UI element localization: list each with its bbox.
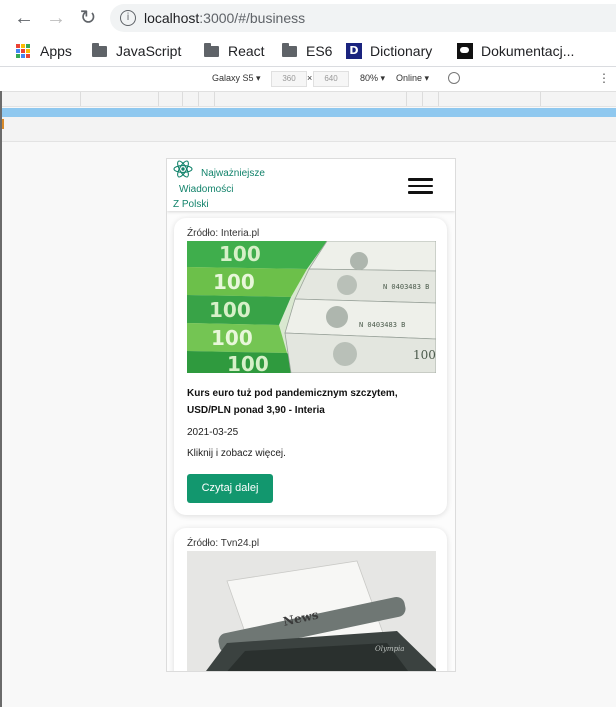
hamburger-menu-icon[interactable] (408, 178, 433, 194)
svg-text:100: 100 (213, 270, 255, 294)
url-path: :3000/#/business (199, 10, 306, 26)
info-icon[interactable]: i (120, 10, 136, 26)
rotate-icon[interactable] (448, 72, 460, 84)
device-viewport: Najważniejsze Wiadomości Z Polski Źródło… (166, 158, 456, 672)
media-query-ruler[interactable] (0, 92, 616, 107)
svg-text:N 0403483 B: N 0403483 B (359, 321, 405, 329)
bookmark-label: Dictionary (370, 43, 433, 59)
bookmark-label: React (228, 43, 265, 59)
brand-line-3[interactable]: Z Polski (173, 199, 209, 210)
network-select[interactable]: Online ▾ (396, 73, 429, 84)
folder-icon (92, 42, 107, 57)
more-options-icon[interactable]: ⋮ (598, 71, 610, 85)
article-title: Kurs euro tuż pod pandemicznym szczytem,… (187, 388, 398, 416)
address-bar[interactable]: i localhost:3000/#/business (110, 4, 616, 32)
svg-text:100: 100 (209, 298, 251, 322)
back-arrow-icon[interactable]: ← (12, 6, 36, 30)
apps-grid-icon (16, 44, 30, 58)
dokumentacja-icon (457, 43, 473, 59)
typewriter-image: News Olympia (187, 551, 436, 671)
app-navbar: Najważniejsze Wiadomości Z Polski (167, 159, 455, 211)
bookmark-label: Apps (40, 43, 72, 59)
article-source: Źródło: Tvn24.pl (187, 538, 260, 549)
bookmark-es6[interactable]: ES6 (282, 41, 332, 61)
url-text[interactable]: localhost:3000/#/business (144, 10, 305, 26)
svg-text:100: 100 (219, 242, 261, 266)
zoom-select[interactable]: 80% ▾ (360, 73, 385, 84)
dictionary-icon: D (346, 43, 362, 59)
bookmark-label: ES6 (306, 43, 333, 59)
bookmark-label: Dokumentacj... (481, 43, 575, 59)
article-description: Kliknij i zobacz więcej. (187, 448, 286, 459)
bookmark-label: JavaScript (116, 43, 182, 59)
bookmark-react[interactable]: React (204, 41, 265, 61)
reload-icon[interactable]: ↻ (76, 6, 100, 30)
svg-text:100: 100 (227, 352, 269, 373)
devtools-divider (0, 91, 2, 707)
device-toolbar: Galaxy S5 ▾ 360 × 640 80% ▾ Online ▾ ⋮ (0, 67, 616, 92)
width-input[interactable]: 360 (271, 71, 307, 87)
svg-text:100: 100 (211, 326, 253, 350)
bookmark-dokumentacja[interactable]: Dokumentacj... (457, 41, 574, 61)
read-more-button[interactable]: Czytaj dalej (187, 474, 273, 503)
article-card: Źródło: Tvn24.pl News Olympia (174, 528, 447, 671)
svg-text:100: 100 (413, 348, 436, 362)
bookmark-javascript[interactable]: JavaScript (92, 41, 181, 61)
folder-icon (204, 42, 219, 57)
url-host: localhost (144, 10, 200, 26)
react-logo-icon[interactable] (173, 160, 193, 178)
device-select[interactable]: Galaxy S5 ▾ (212, 73, 261, 84)
article-date: 2021-03-25 (187, 427, 239, 438)
article-source: Źródło: Interia.pl (187, 228, 260, 239)
device-ruler (0, 117, 616, 142)
olympia-text: Olympia (375, 645, 404, 653)
banknotes-image: 100 100 100 100 100 N 0403483 B N 040348… (187, 241, 436, 373)
forward-arrow-icon[interactable]: → (44, 6, 68, 30)
svg-text:N 0403483 B: N 0403483 B (383, 283, 429, 291)
article-card: Źródło: Interia.pl 100 100 100 100 100 N… (174, 218, 447, 515)
bookmark-dictionary[interactable]: D Dictionary (346, 41, 432, 61)
bookmarks-bar: Apps JavaScript React ES6 D Dictionary D… (0, 36, 616, 67)
browser-toolbar: ← → ↻ i localhost:3000/#/business (0, 0, 616, 36)
dimension-separator: × (307, 73, 313, 83)
bookmark-apps[interactable]: Apps (16, 41, 72, 61)
media-query-bar[interactable] (0, 108, 616, 117)
height-input[interactable]: 640 (313, 71, 349, 87)
brand-line-1[interactable]: Najważniejsze (201, 168, 265, 179)
folder-icon (282, 42, 297, 57)
brand-line-2[interactable]: Wiadomości (179, 184, 233, 195)
